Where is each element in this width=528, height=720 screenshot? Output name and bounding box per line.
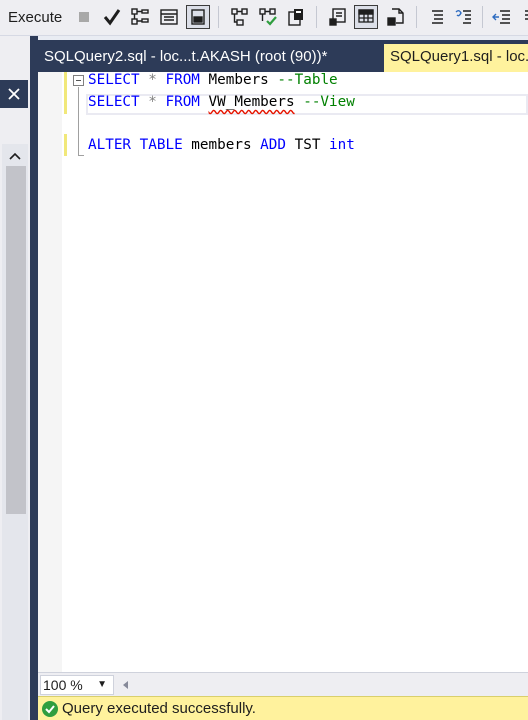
left-rail <box>0 36 30 720</box>
operator: * <box>148 72 157 88</box>
scroll-left-icon[interactable] <box>118 677 132 693</box>
zoom-select[interactable]: 100 % ▼ <box>40 675 114 695</box>
comment-lines-icon[interactable] <box>424 5 448 29</box>
collapse-region-icon[interactable] <box>73 75 84 86</box>
client-statistics-icon[interactable] <box>284 5 308 29</box>
comment: --Table <box>277 72 338 88</box>
live-query-statistics-icon[interactable] <box>256 5 280 29</box>
code-line-2: SELECT * FROM VW_Members --View <box>88 92 355 113</box>
keyword: ALTER TABLE <box>88 137 183 153</box>
document-tabs: SQLQuery2.sql - loc...t.AKASH (root (90)… <box>38 40 528 72</box>
identifier: members <box>191 137 252 153</box>
execute-button[interactable]: Execute <box>0 6 70 30</box>
outline-end <box>78 155 84 156</box>
change-marker <box>64 134 67 156</box>
results-to-grid-icon[interactable] <box>354 5 378 29</box>
query-editor[interactable]: SELECT * FROM Members --Table SELECT * F… <box>38 72 528 672</box>
operator: * <box>148 94 157 110</box>
editor-zoom-bar: 100 % ▼ <box>38 672 528 696</box>
ssms-window: Execute SQLQuery2.sql - loc...t.AKASH (r… <box>0 0 528 720</box>
uncomment-lines-icon[interactable] <box>452 5 476 29</box>
keyword: ADD <box>260 137 286 153</box>
panel-divider <box>30 36 38 720</box>
keyword: FROM <box>165 94 200 110</box>
keyword: FROM <box>165 72 200 88</box>
scroll-up-icon[interactable] <box>2 144 28 168</box>
vertical-scrollbar[interactable] <box>2 144 28 720</box>
zoom-value: 100 % <box>43 677 83 693</box>
sql-editor-toolbar: Execute <box>0 0 528 36</box>
identifier-with-error: VW_Members <box>208 94 295 110</box>
results-to-text-icon[interactable] <box>326 5 350 29</box>
identifier: Members <box>208 72 269 88</box>
intellisense-icon[interactable] <box>186 5 210 29</box>
query-options-icon[interactable] <box>157 5 181 29</box>
identifier: TST <box>294 137 321 153</box>
code-line-1: SELECT * FROM Members --Table <box>88 70 338 91</box>
close-icon[interactable] <box>0 80 28 108</box>
results-to-file-icon[interactable] <box>384 5 408 29</box>
keyword: SELECT <box>88 94 140 110</box>
parse-check-icon[interactable] <box>100 5 124 29</box>
query-status-bar: Query executed successfully. <box>38 696 528 720</box>
status-message: Query executed successfully. <box>62 700 256 717</box>
decrease-indent-icon[interactable] <box>490 5 514 29</box>
increase-indent-icon[interactable] <box>514 5 528 29</box>
keyword: SELECT <box>88 72 140 88</box>
change-marker <box>64 72 67 114</box>
editor-gutter <box>38 72 62 672</box>
comment: --View <box>303 94 355 110</box>
scrollbar-thumb[interactable] <box>6 166 26 514</box>
include-actual-plan-icon[interactable] <box>228 5 252 29</box>
tab-sqlquery1[interactable]: SQLQuery1.sql - loc... <box>384 44 528 72</box>
tab-sqlquery2[interactable]: SQLQuery2.sql - loc...t.AKASH (root (90)… <box>38 44 384 72</box>
display-estimated-plan-icon[interactable] <box>128 5 152 29</box>
stop-icon[interactable] <box>72 5 96 29</box>
keyword: int <box>329 137 355 153</box>
outline-line <box>78 87 79 155</box>
chevron-down-icon[interactable]: ▼ <box>97 676 107 694</box>
success-check-icon <box>42 701 58 717</box>
code-line-4: ALTER TABLE members ADD TST int <box>88 135 355 156</box>
